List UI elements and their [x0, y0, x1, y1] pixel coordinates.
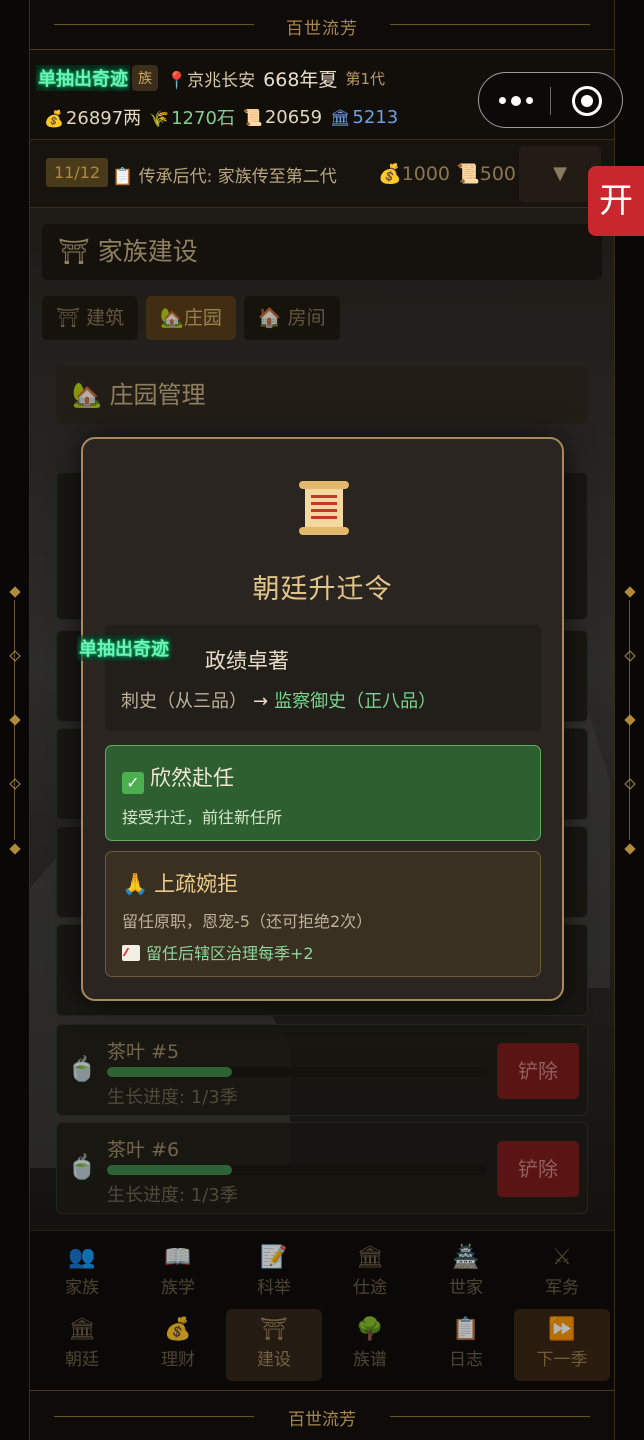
status-row-resources: 💰 26897两 🌾 1270石 📜 20659 🏛 5213	[44, 104, 398, 130]
accept-title: 欣然赴任	[150, 766, 234, 790]
reward-scroll: 500	[479, 163, 517, 185]
decline-title-row: 🙏 上疏婉拒	[122, 868, 524, 898]
status-row-clan: 单抽出奇迹 族 📍京兆长安 668年夏 第1代	[36, 64, 385, 92]
money-value: 26897两	[65, 108, 142, 129]
accept-description: 接受升迁，前往新任所	[122, 808, 283, 827]
footer-title: 百世流芳	[288, 1410, 356, 1430]
check-icon: ✓	[122, 772, 144, 794]
clan-tag: 族	[132, 65, 158, 91]
scroll-stat: 📜 20659	[243, 107, 322, 128]
miniprogram-capsule	[478, 72, 623, 128]
location: 📍京兆长安	[166, 66, 255, 91]
building-icon: 🏛	[330, 107, 351, 127]
promo-label[interactable]: 单抽出奇迹	[77, 635, 171, 661]
decline-bonus-row: 留任后辖区治理每季+2	[122, 940, 524, 964]
promotion-dialog: 朝廷升迁令 政绩卓著 刺史（从三品） → 监察御史（正八品） 单抽出奇迹 ✓ 欣然赴任…	[77, 437, 564, 1001]
scroll-icon: 📜	[456, 163, 480, 185]
task-description: 📋 传承后代: 家族传至第二代	[112, 162, 337, 187]
accept-button[interactable]: ✓ 欣然赴任 接受升迁，前往新任所	[105, 745, 541, 841]
pray-icon: 🙏	[122, 872, 149, 896]
banner-title: 百世流芳	[286, 19, 358, 39]
generation: 第1代	[345, 69, 385, 88]
pin-icon: 📍	[166, 70, 188, 91]
reward-money: 1000	[401, 163, 451, 185]
rail-ornament	[624, 778, 636, 790]
promo-label[interactable]: 单抽出奇迹	[36, 65, 130, 91]
arrow-right-icon: →	[253, 691, 269, 712]
wheat-icon: 🌾	[149, 109, 170, 128]
rail-ornament	[9, 843, 21, 855]
rail-ornament	[624, 843, 636, 855]
promotion-reason: 政绩卓著	[205, 649, 289, 673]
task-reward: 💰1000 📜500	[378, 162, 516, 185]
scroll-value: 20659	[264, 106, 323, 128]
chart-up-icon	[122, 945, 140, 961]
task-description-text: 传承后代: 家族传至第二代	[138, 167, 337, 187]
task-bar[interactable]: 11/12 📋 传承后代: 家族传至第二代 💰1000 📜500 ▼	[30, 140, 614, 208]
side-tab-open[interactable]: 开	[588, 166, 644, 236]
rail-ornament	[624, 714, 636, 726]
grain-stat: 🌾 1270石	[149, 104, 235, 130]
rail-ornament	[9, 714, 21, 726]
scroll-icon	[299, 481, 349, 535]
to-rank: 监察御史（正八品）	[274, 691, 437, 712]
money-bag-icon: 💰	[378, 163, 402, 185]
year-season: 668年夏	[263, 68, 338, 91]
decline-bonus: 留任后辖区治理每季+2	[146, 944, 314, 963]
clipboard-icon: 📋	[112, 167, 134, 187]
scroll-icon: 📜	[242, 107, 263, 127]
close-target-icon[interactable]	[572, 86, 602, 116]
accept-title-row: ✓ 欣然赴任	[122, 762, 524, 794]
grain-value: 1270石	[171, 108, 235, 129]
top-banner: 百世流芳	[30, 0, 614, 50]
more-icon[interactable]	[499, 95, 533, 106]
from-rank: 刺史（从三品）	[121, 691, 247, 712]
decline-button[interactable]: 🙏 上疏婉拒 留任原职，恩宠-5（还可拒绝2次） 留任后辖区治理每季+2	[105, 851, 541, 977]
dialog-title: 朝廷升迁令	[252, 574, 393, 605]
rail-ornament	[9, 650, 21, 662]
money-bag-icon: 💰	[44, 109, 64, 128]
decline-description: 留任原职，恩宠-5（还可拒绝2次）	[122, 912, 373, 931]
task-count: 11/12	[46, 158, 109, 187]
building-value: 5213	[352, 106, 399, 128]
left-rail	[0, 0, 30, 1440]
bottom-banner: 百世流芳	[30, 1390, 614, 1440]
game-screen: 百世流芳 单抽出奇迹 族 📍京兆长安 668年夏 第1代 💰 26897两 🌾 12…	[0, 0, 644, 1440]
rank-change: 刺史（从三品） → 监察御史（正八品）	[121, 687, 436, 713]
rail-ornament	[9, 586, 21, 598]
decline-title: 上疏婉拒	[154, 872, 239, 896]
money-stat: 💰 26897两	[44, 104, 141, 130]
rail-ornament	[9, 778, 21, 790]
capsule-divider	[550, 87, 551, 115]
building-stat: 🏛 5213	[330, 107, 398, 128]
rail-ornament	[624, 650, 636, 662]
location-text: 京兆长安	[187, 70, 256, 91]
rail-ornament	[624, 586, 636, 598]
